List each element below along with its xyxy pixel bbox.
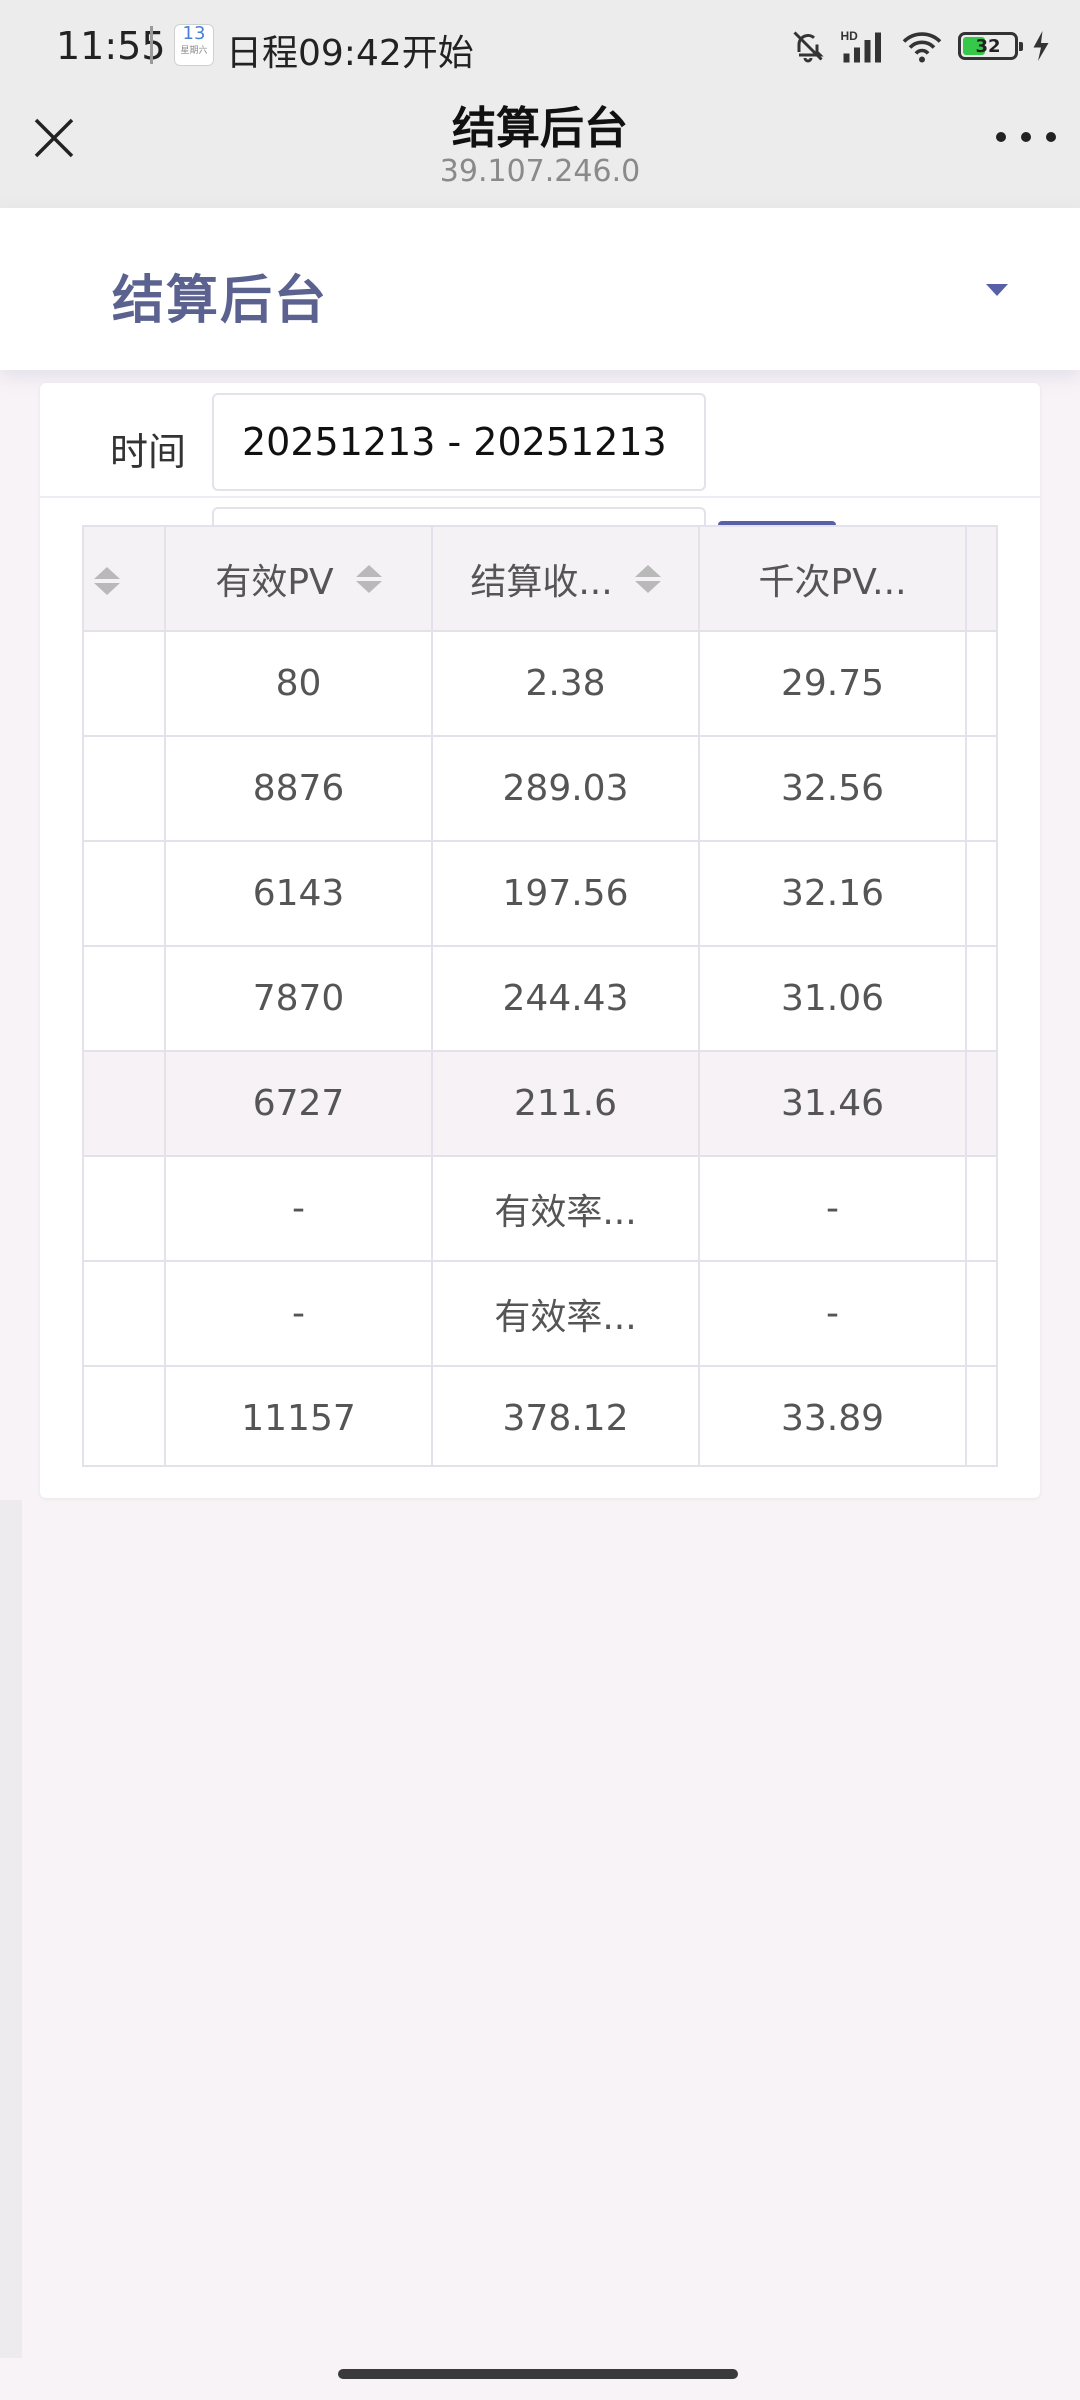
status-separator	[150, 26, 153, 64]
battery-level: 32	[975, 35, 1001, 57]
table-cell	[967, 842, 996, 945]
calendar-icon: 13 星期六	[174, 24, 214, 66]
table-cell	[967, 1157, 996, 1260]
menu-dropdown-icon[interactable]	[986, 284, 1008, 296]
table-cell: -	[166, 1262, 433, 1365]
header-label: 有效PV	[215, 561, 334, 603]
wifi-icon	[902, 32, 942, 63]
table-cell: 6143	[166, 842, 433, 945]
navigation-bar	[0, 2358, 1080, 2400]
header-cell-cpm[interactable]: 千次PV...	[700, 527, 967, 630]
status-bar: 11:55 13 星期六 日程09:42开始 HD 32	[0, 0, 1080, 92]
table-cell: 11157	[166, 1367, 433, 1465]
table-row: 8876 289.03 32.56	[84, 737, 996, 842]
table-row: - 有效率... -	[84, 1157, 996, 1262]
table-cell: 378.12	[433, 1367, 700, 1465]
filter-divider	[40, 496, 1040, 498]
table-cell: -	[700, 1262, 967, 1365]
table-cell	[967, 947, 996, 1050]
sort-icon[interactable]	[355, 564, 382, 593]
table-cell: 197.56	[433, 842, 700, 945]
sort-icon	[94, 567, 120, 595]
table-row: 6143 197.56 32.16	[84, 842, 996, 947]
status-schedule: 日程09:42开始	[226, 33, 474, 74]
table-cell: 32.56	[700, 737, 967, 840]
home-indicator[interactable]	[338, 2369, 738, 2379]
table-cell	[84, 947, 166, 1050]
table-cell	[84, 632, 166, 735]
left-edge-strip	[0, 1500, 22, 2360]
table-cell: -	[700, 1157, 967, 1260]
webview-title-bar: 结算后台 39.107.246.0	[0, 92, 1080, 208]
table-row-total: 11157 378.12 33.89	[84, 1367, 996, 1465]
table-cell: 31.46	[700, 1052, 967, 1155]
table-cell: 8876	[166, 737, 433, 840]
sort-icon[interactable]	[634, 564, 661, 593]
table-cell: 有效率...	[433, 1262, 700, 1365]
table-cell	[84, 1367, 166, 1465]
table-cell: 32.16	[700, 842, 967, 945]
hd-signal-icon: HD	[841, 29, 881, 63]
page-url: 39.107.246.0	[439, 154, 641, 189]
more-dot-icon	[996, 132, 1006, 142]
table-cell	[84, 737, 166, 840]
header-cell-settlement-income[interactable]: 结算收...	[433, 527, 700, 630]
table-cell: 244.43	[433, 947, 700, 1050]
more-dot-icon	[1046, 132, 1056, 142]
table-cell: 7870	[166, 947, 433, 1050]
table-row: 7870 244.43 31.06	[84, 947, 996, 1052]
header-label: 千次PV...	[758, 561, 907, 603]
table-cell: 289.03	[433, 737, 700, 840]
table-cell	[967, 1262, 996, 1365]
table-cell: 6727	[166, 1052, 433, 1155]
table-cell	[967, 737, 996, 840]
table-row-highlighted: 6727 211.6 31.46	[84, 1052, 996, 1157]
calendar-weekday: 星期六	[180, 46, 208, 56]
table-cell	[967, 1367, 996, 1465]
date-range-input[interactable]: 20251213 - 20251213	[212, 393, 706, 491]
table-cell: 2.38	[433, 632, 700, 735]
table-cell: 有效率...	[433, 1157, 700, 1260]
app-header: 结算后台	[0, 208, 1080, 370]
table-cell: -	[166, 1157, 433, 1260]
table-cell: 80	[166, 632, 433, 735]
page-title: 结算后台	[452, 103, 628, 154]
time-label: 时间	[110, 430, 187, 474]
app-title: 结算后台	[112, 271, 329, 331]
data-table: 有效PV 结算收... 千次PV... 80 2.38 29.75 8876 2…	[82, 525, 998, 1467]
battery-icon: 32	[958, 32, 1023, 60]
status-icons: HD 32	[790, 26, 1050, 66]
table-cell: 211.6	[433, 1052, 700, 1155]
header-cell-overflow	[967, 527, 996, 630]
svg-text:HD: HD	[841, 29, 859, 43]
table-cell	[967, 632, 996, 735]
table-cell	[84, 1157, 166, 1260]
content-card: 时间 20251213 - 20251213 有效PV 结算收... 千次PV.…	[40, 383, 1040, 1498]
table-cell: 33.89	[700, 1367, 967, 1465]
table-cell	[84, 1052, 166, 1155]
header-cell-partial[interactable]	[84, 527, 166, 630]
more-button[interactable]	[996, 122, 1056, 152]
mute-bell-icon	[793, 31, 824, 63]
table-cell	[967, 1052, 996, 1155]
table-cell	[84, 1262, 166, 1365]
table-cell: 29.75	[700, 632, 967, 735]
more-dot-icon	[1021, 132, 1031, 142]
header-label: 结算收...	[470, 561, 613, 603]
table-row: 80 2.38 29.75	[84, 632, 996, 737]
table-cell	[84, 842, 166, 945]
header-cell-valid-pv[interactable]: 有效PV	[166, 527, 433, 630]
table-header-row: 有效PV 结算收... 千次PV...	[84, 527, 996, 632]
table-row: - 有效率... -	[84, 1262, 996, 1367]
calendar-day: 13	[182, 23, 206, 44]
table-cell: 31.06	[700, 947, 967, 1050]
charging-icon	[1033, 31, 1049, 61]
